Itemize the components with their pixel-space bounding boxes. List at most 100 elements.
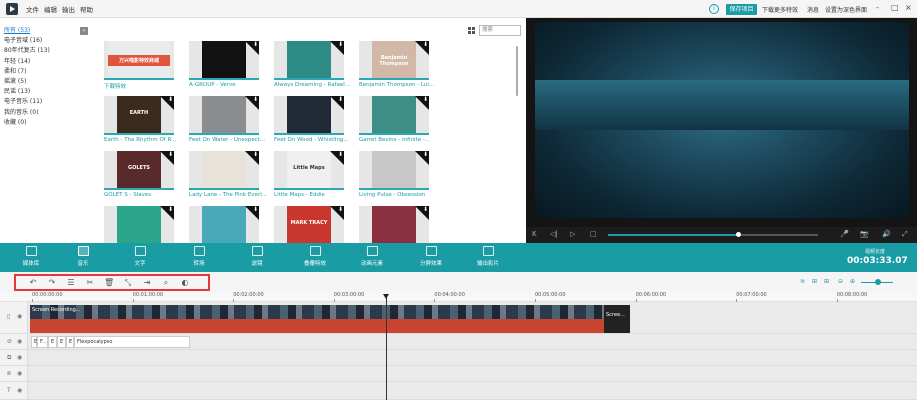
step-back-icon[interactable]: ◁|	[550, 230, 558, 238]
download-icon[interactable]: ⬇	[253, 151, 258, 158]
download-icon[interactable]: ⬇	[253, 96, 258, 103]
music-card[interactable]: ⬇ Always Dreaming - Rafael...	[274, 41, 350, 91]
tab-overlay[interactable]: 叠覆特效	[295, 246, 335, 267]
album-thumbnail[interactable]: ⬇	[274, 41, 344, 79]
music-card[interactable]: ⬇ Living Pulse - Obsession	[359, 151, 429, 201]
album-thumbnail[interactable]: ⬇	[359, 96, 429, 134]
end-clip[interactable]: Scree...	[604, 305, 630, 333]
grid-view-icon[interactable]	[468, 27, 475, 34]
music-card[interactable]: Little Maps ⬇ Little Maps - Eddie	[274, 151, 344, 201]
tab-transition[interactable]: 转场	[179, 246, 219, 267]
playhead[interactable]	[386, 294, 387, 400]
info-icon[interactable]: i	[709, 4, 719, 14]
album-thumbnail[interactable]: 万兴喵影特效商城	[104, 41, 174, 79]
album-thumbnail[interactable]: ⬇	[189, 96, 259, 134]
video-clip[interactable]: Screen Recording...	[30, 305, 604, 333]
tab-image-element[interactable]: 动画元素	[352, 246, 392, 267]
text-clip[interactable]: Flexpocalypso	[74, 336, 190, 348]
playback-scrubber[interactable]	[608, 232, 818, 237]
music-card[interactable]: EARTH ⬇ Earth - The Rhythm Of R...	[104, 96, 176, 146]
timeline-ruler[interactable]: 00:00:00:00 00:01:00:00 00:02:00:00 00:03:0…	[0, 292, 917, 302]
download-icon[interactable]: ⬇	[338, 151, 343, 158]
category-item[interactable]: 电子音域 (16)	[4, 36, 84, 46]
text-clip[interactable]: E	[66, 336, 74, 348]
album-thumbnail[interactable]: GOLETS ⬇	[104, 151, 174, 189]
tab-split-screen[interactable]: 分屏效果	[411, 246, 451, 267]
category-item[interactable]: 摇滚 (5)	[4, 77, 84, 87]
tab-filter[interactable]: 滤镜	[237, 246, 277, 267]
music-card[interactable]: GOLETS ⬇ GOLET S - Slaves	[104, 151, 174, 201]
download-icon[interactable]: ⬇	[253, 206, 258, 213]
download-icon[interactable]: ⬇	[168, 96, 173, 103]
previous-frame-icon[interactable]: K	[532, 230, 537, 238]
album-thumbnail[interactable]: ⬇	[189, 206, 259, 244]
scrubber-handle[interactable]	[736, 232, 742, 237]
playhead-handle[interactable]	[383, 294, 389, 299]
library-scrollbar[interactable]	[516, 46, 518, 96]
tab-text[interactable]: 文字	[120, 246, 160, 267]
download-icon[interactable]: ⬇	[423, 96, 428, 103]
download-icon[interactable]: ⬇	[338, 206, 343, 213]
menu-help[interactable]: 帮助	[80, 4, 93, 14]
play-icon[interactable]: ▷	[570, 230, 575, 238]
audio-mixer-icon[interactable]: ≋	[800, 278, 805, 285]
maximize-button[interactable]: □	[891, 3, 899, 12]
visibility-icon[interactable]: ◉	[17, 370, 22, 377]
save-project-button[interactable]: 保存项目	[726, 4, 757, 15]
category-item[interactable]: 收藏 (0)	[4, 118, 84, 128]
download-icon[interactable]: ⬇	[168, 151, 173, 158]
album-thumbnail[interactable]: ⬇	[189, 41, 259, 79]
album-thumbnail[interactable]: ⬇	[189, 151, 259, 189]
delete-icon[interactable]: 🗑	[104, 278, 114, 288]
fullscreen-icon[interactable]: ⤢	[902, 230, 908, 239]
collapse-sidebar-button[interactable]: «	[80, 27, 88, 35]
album-thumbnail[interactable]: ⬇	[359, 151, 429, 189]
zoom-out-icon[interactable]: ⊖	[838, 278, 843, 285]
search-input[interactable]: 搜索	[479, 25, 521, 36]
download-icon[interactable]: ⬇	[423, 206, 428, 213]
color-icon[interactable]: ◐	[180, 278, 190, 288]
category-item[interactable]: 电子音乐 (11)	[4, 97, 84, 107]
adjust-icon[interactable]: ☰	[66, 278, 76, 288]
music-card[interactable]: 万兴喵影特效商城 下载特效	[104, 41, 174, 91]
crop-icon[interactable]: ⤡	[123, 278, 133, 288]
close-button[interactable]: ×	[905, 3, 912, 12]
menu-edit[interactable]: 编辑	[44, 4, 57, 14]
download-icon[interactable]: ⬇	[423, 41, 428, 48]
text-clip[interactable]: E	[57, 336, 66, 348]
music-card[interactable]: ⬇ Lady Lane - The Pink Everl...	[189, 151, 267, 201]
music-card[interactable]: Benjamin Thompson ⬇ Benjamin Thompson - Lu…	[359, 41, 434, 91]
category-item[interactable]: 民谣 (13)	[4, 87, 84, 97]
text-clip[interactable]: E	[48, 336, 57, 348]
tab-folder[interactable]: 媒体库	[11, 246, 51, 267]
minimize-button[interactable]: -	[876, 3, 879, 12]
stop-icon[interactable]: □	[590, 230, 597, 238]
messages-link[interactable]: 消息	[807, 5, 819, 14]
zoom-slider-handle[interactable]	[875, 279, 881, 285]
download-icon[interactable]: ⬇	[253, 41, 258, 48]
music-card[interactable]: ⬇ A-GROUP - Verve	[189, 41, 259, 91]
volume-icon[interactable]: 🔊	[882, 230, 891, 238]
category-item[interactable]: 年轻 (14)	[4, 57, 84, 67]
visibility-icon[interactable]: ◉	[17, 313, 22, 320]
download-icon[interactable]: ⬇	[423, 151, 428, 158]
download-more-effects-link[interactable]: 下载更多特效	[762, 5, 798, 14]
album-thumbnail[interactable]: MARK TRACY ⬇	[274, 206, 344, 244]
category-item[interactable]: 柔和 (7)	[4, 67, 84, 77]
music-card[interactable]: ⬇ Feet On Water - Unexpect...	[189, 96, 265, 146]
snapshot-icon[interactable]: 📷	[860, 230, 869, 238]
music-card[interactable]: ⬇ Feet On Wood - Whistling...	[274, 96, 349, 146]
cut-icon[interactable]: ✂	[85, 278, 95, 288]
category-item[interactable]: 我的音乐 (0)	[4, 108, 84, 118]
download-icon[interactable]: ⬇	[338, 41, 343, 48]
tab-music-note[interactable]: 音乐	[63, 246, 103, 267]
visibility-icon[interactable]: ◉	[17, 338, 22, 345]
visibility-icon[interactable]: ◉	[17, 387, 22, 394]
album-thumbnail[interactable]: ⬇	[104, 206, 174, 244]
menu-file[interactable]: 文件	[26, 4, 39, 14]
microphone-icon[interactable]: 🎤	[840, 230, 849, 238]
snap-icon[interactable]: ⊞	[812, 278, 817, 285]
zoom-in-icon[interactable]: ⊕	[850, 278, 855, 285]
undo-icon[interactable]: ↶	[28, 278, 38, 288]
category-item[interactable]: 80年代复古 (13)	[4, 46, 84, 56]
